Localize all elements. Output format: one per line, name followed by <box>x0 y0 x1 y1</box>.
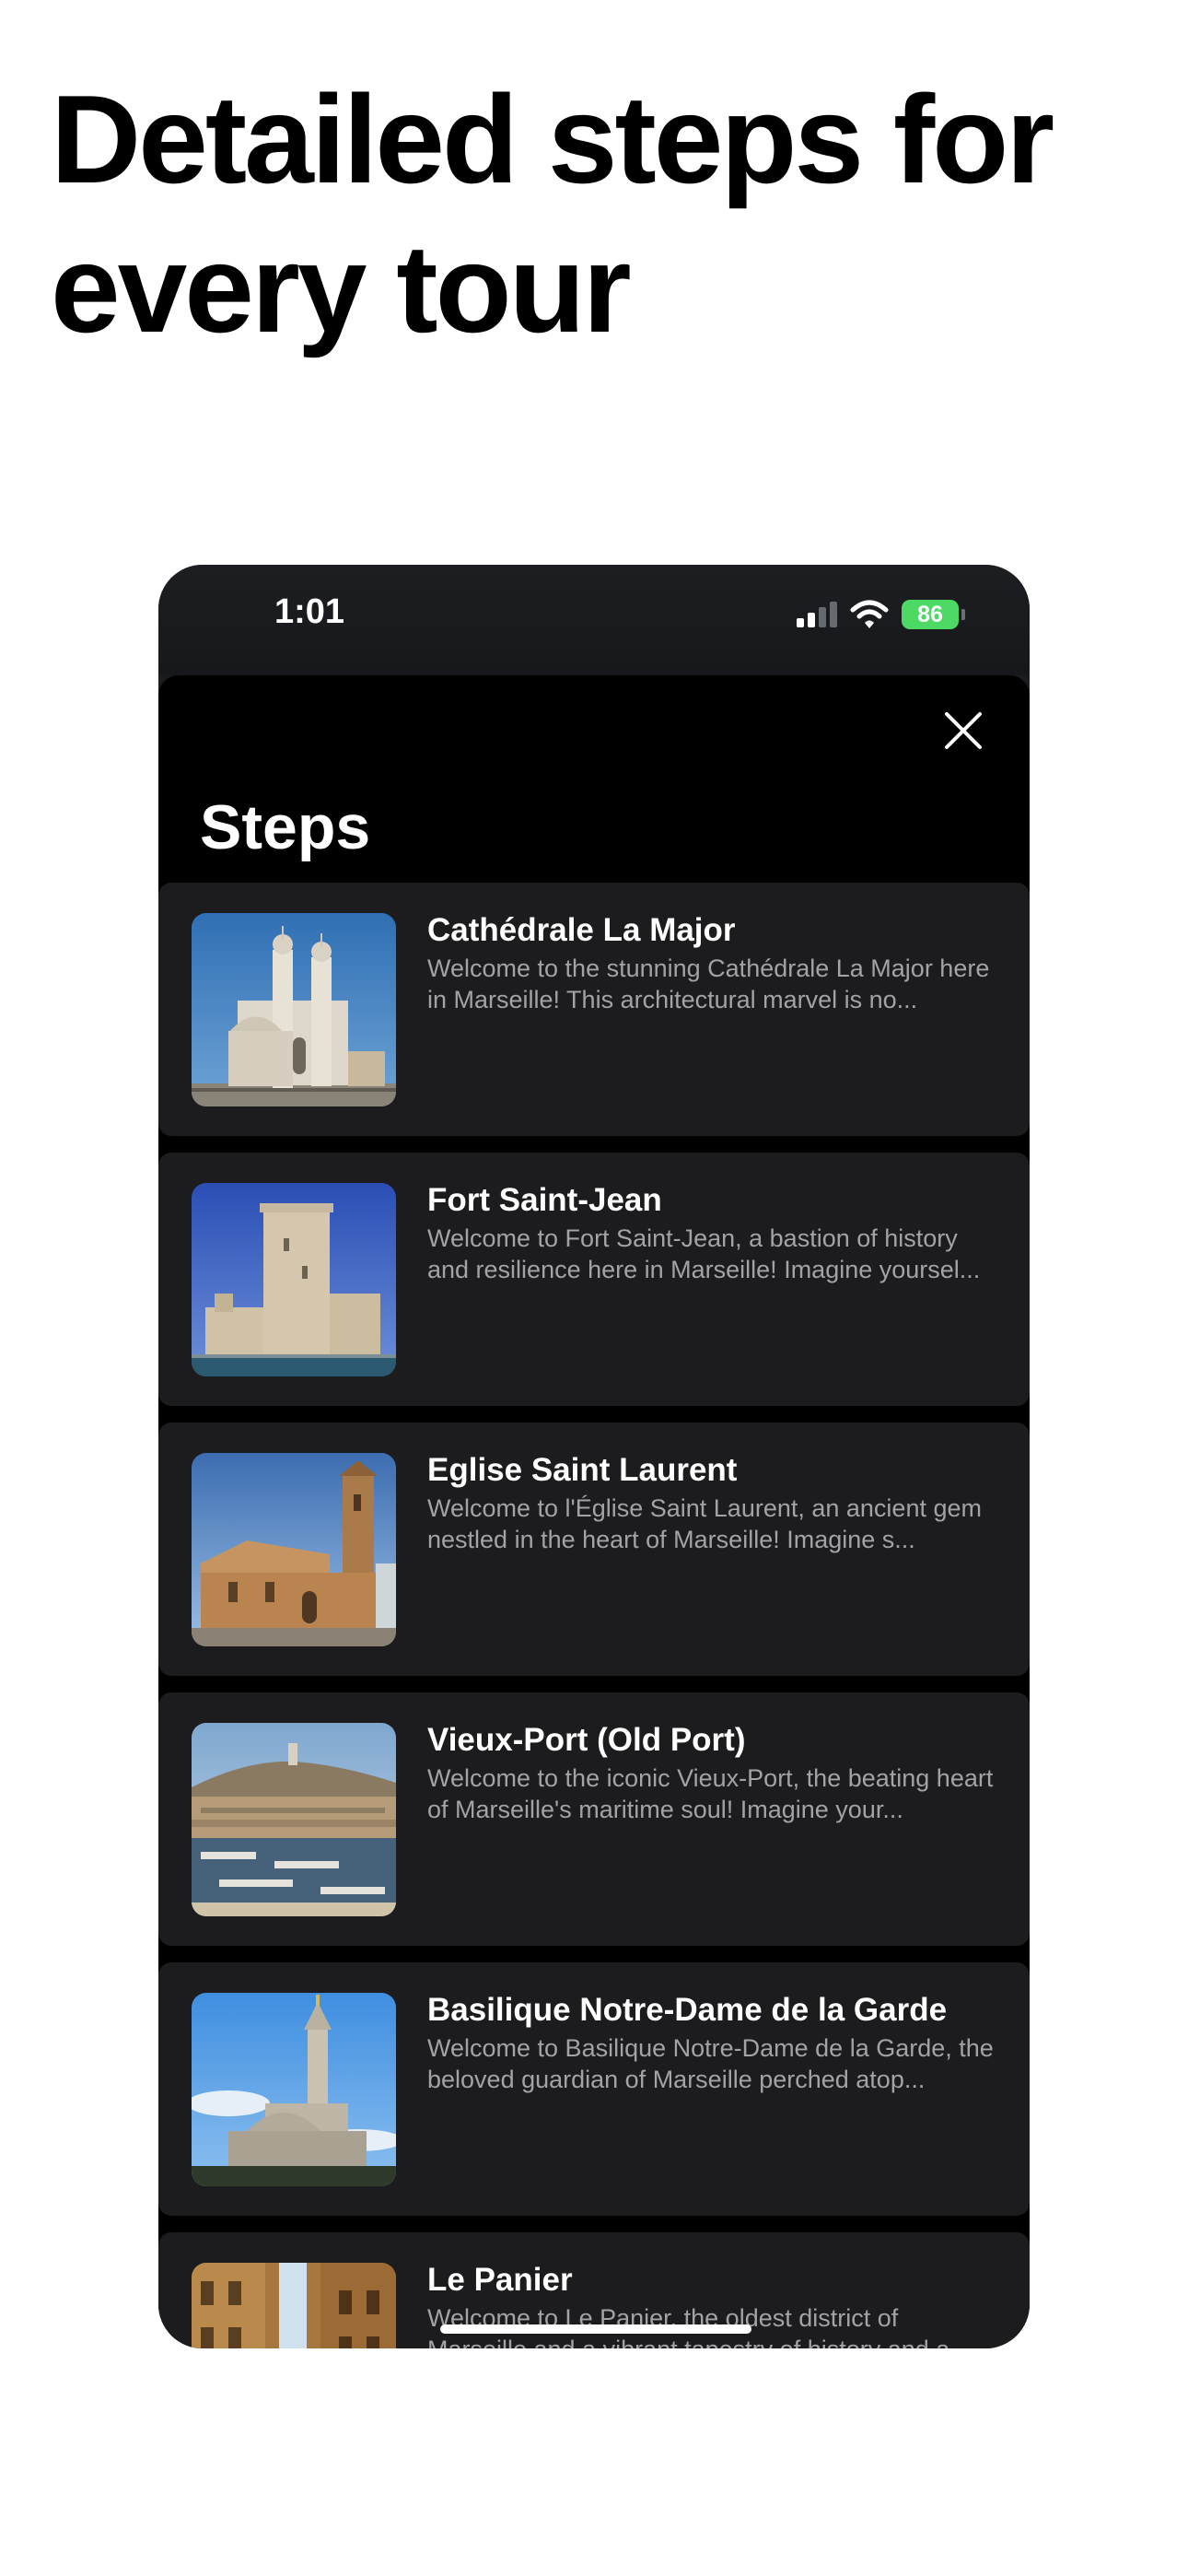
step-description: Welcome to l'Église Saint Laurent, an an… <box>427 1494 982 1553</box>
sheet-title: Steps <box>200 792 371 862</box>
step-title: Cathédrale La Major <box>427 912 736 948</box>
wifi-icon <box>850 600 889 628</box>
step-description: Welcome to the stunning Cathédrale La Ma… <box>427 954 990 1013</box>
step-title: Vieux-Port (Old Port) <box>427 1722 746 1758</box>
step-card[interactable]: Basilique Notre-Dame de la Garde Welcome… <box>158 1962 1030 2216</box>
status-time: 1:01 <box>274 592 345 631</box>
cathedral-photo <box>192 913 396 1107</box>
close-icon <box>945 712 982 749</box>
step-card[interactable]: Cathédrale La Major Welcome to the stunn… <box>158 883 1030 1136</box>
cellular-signal-icon <box>797 602 837 627</box>
status-bar: 1:01 86 <box>158 565 1030 675</box>
steps-sheet: Steps Cathédrale La Major Welcome to the… <box>158 675 1030 2348</box>
battery-charging-icon: 86 <box>902 600 965 629</box>
steps-list: Cathédrale La Major Welcome to the stunn… <box>158 883 1030 2348</box>
step-description: Welcome to the iconic Vieux-Port, the be… <box>427 1764 994 1823</box>
step-description: Welcome to Fort Saint-Jean, a bastion of… <box>427 1224 981 1283</box>
headline: Detailed steps for every tour <box>51 69 1054 358</box>
step-description: Welcome to Basilique Notre-Dame de la Ga… <box>427 2034 994 2093</box>
battery-level: 86 <box>902 600 959 629</box>
step-title: Eglise Saint Laurent <box>427 1452 738 1488</box>
close-button[interactable] <box>936 703 991 758</box>
phone-screenshot: 1:01 86 Steps Cathédrale La Major Welcom… <box>158 565 1030 2348</box>
status-icons: 86 <box>797 596 965 633</box>
step-card[interactable]: Eglise Saint Laurent Welcome to l'Église… <box>158 1423 1030 1676</box>
step-card[interactable]: Fort Saint-Jean Welcome to Fort Saint-Je… <box>158 1153 1030 1406</box>
street-photo <box>192 2263 396 2348</box>
step-title: Fort Saint-Jean <box>427 1182 662 1218</box>
home-indicator[interactable] <box>440 2324 751 2334</box>
harbor-photo <box>192 1723 396 1916</box>
fort-photo <box>192 1183 396 1376</box>
church-photo <box>192 1453 396 1646</box>
step-card[interactable]: Vieux-Port (Old Port) Welcome to the ico… <box>158 1692 1030 1946</box>
basilica-photo <box>192 1993 396 2186</box>
step-title: Basilique Notre-Dame de la Garde <box>427 1992 948 2028</box>
step-title: Le Panier <box>427 2262 573 2298</box>
